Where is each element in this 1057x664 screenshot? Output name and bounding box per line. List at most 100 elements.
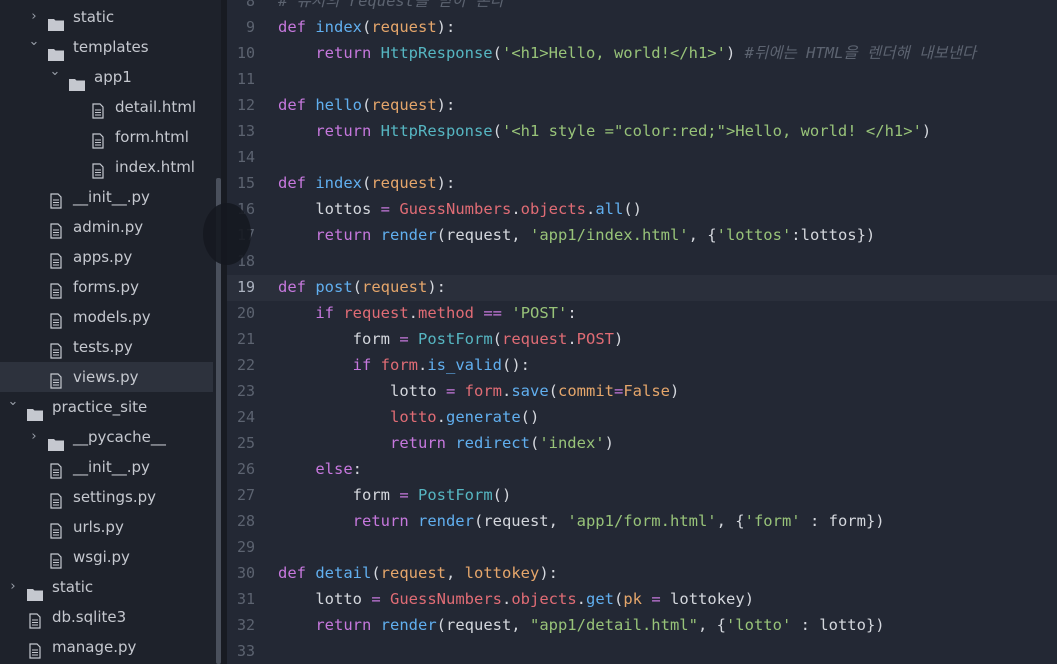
tree-folder[interactable]: ⌄ templates [0,32,213,62]
tree-file[interactable]: wsgi.py [0,542,213,572]
code-token: : [567,304,577,322]
tree-item-label: admin.py [73,218,144,236]
code-line[interactable]: 9 def index(request): [227,14,1057,40]
tree-folder[interactable]: › __pycache__ [0,422,213,452]
code-token: ( [492,44,502,62]
tree-item-label: __pycache__ [73,428,166,446]
code-line[interactable]: 17 return render(request, 'app1/index.ht… [227,222,1057,248]
tree-file[interactable]: settings.py [0,482,213,512]
code-token: lotto [389,408,437,426]
code-line[interactable]: 26 else: [227,456,1057,482]
code-token: ): [427,278,446,296]
line-number: 24 [236,408,255,426]
code-token: lottokey [464,564,540,582]
code-token: get [586,590,614,608]
code-token: redirect [455,434,530,452]
tree-file[interactable]: form.html [0,122,213,152]
code-line[interactable]: 31 lotto = GuessNumbers.objects.get(pk =… [227,586,1057,612]
line-number: 10 [236,44,255,62]
tree-folder[interactable]: ⌄ practice_site [0,392,213,422]
code-token: ) [614,330,624,348]
code-line[interactable]: 12 def hello(request): [227,92,1057,118]
code-token: def [278,564,316,582]
tree-file[interactable]: db.sqlite3 [0,602,213,632]
tree-file[interactable]: models.py [0,302,213,332]
tree-file[interactable]: index.html [0,152,213,182]
tree-folder[interactable]: › static [0,572,213,602]
file-icon [48,549,64,569]
code-token: objects [511,590,577,608]
line-number: 33 [236,642,255,660]
code-token: detail [315,564,372,582]
line-number: 30 [236,564,255,582]
chevron-right-icon[interactable]: › [7,572,19,602]
code-line[interactable]: 27 form = PostForm() [227,482,1057,508]
code-token: ( [371,564,381,582]
chevron-down-icon[interactable]: ⌄ [7,387,19,417]
code-line[interactable]: 32 return render(request, "app1/detail.h… [227,612,1057,638]
tree-file[interactable]: forms.py [0,272,213,302]
tree-item-label: settings.py [73,488,156,506]
code-line[interactable]: 33 [227,638,1057,664]
chevron-right-icon[interactable]: › [28,422,40,452]
code-token: : lotto}) [791,616,885,634]
tree-folder[interactable]: ⌄ app1 [0,62,213,92]
tree-item-label: app1 [94,68,132,86]
tree-file[interactable]: tests.py [0,332,213,362]
tree-file[interactable]: __init__.py [0,182,213,212]
code-line[interactable]: 24 lotto.generate() [227,404,1057,430]
code-line[interactable]: 20 if request.method == 'POST': [227,300,1057,326]
code-token: lottos [278,200,381,218]
tree-file[interactable]: urls.py [0,512,213,542]
code-line[interactable]: 30 def detail(request, lottokey): [227,560,1057,586]
code-line[interactable]: 11 [227,66,1057,92]
code-token: ): [436,18,456,36]
code-line[interactable]: 13 return HttpResponse('<h1 style ="colo… [227,118,1057,144]
tree-file[interactable]: __init__.py [0,452,213,482]
collapse-sidebar-handle[interactable] [203,203,251,265]
code-line[interactable]: 21 form = PostForm(request.POST) [227,326,1057,352]
tree-file[interactable]: views.py [0,362,213,392]
tree-file[interactable]: admin.py [0,212,213,242]
code-line[interactable]: 23 lotto = form.save(commit=False) [227,378,1057,404]
code-token: = [371,590,390,608]
code-token: hello [315,96,362,114]
code-line[interactable]: 22 if form.is_valid(): [227,352,1057,378]
code-text: if request.method == 'POST': [278,300,577,326]
code-line[interactable]: 28 return render(request, 'app1/form.htm… [227,508,1057,534]
code-token: request [380,564,446,582]
code-line[interactable]: 14 [227,144,1057,170]
code-token: :lottos}) [791,226,876,244]
tree-file[interactable]: manage.py [0,632,213,662]
code-line[interactable]: 29 [227,534,1057,560]
code-line[interactable]: 25 return redirect('index') [227,430,1057,456]
code-line[interactable]: 18 [227,248,1057,274]
code-text: return HttpResponse('<h1>Hello, world!</… [278,40,976,66]
code-token: return [352,512,418,530]
code-token: method [418,304,474,322]
code-token: lotto [278,590,372,608]
code-token: 'form' [744,512,801,530]
tree-item-label: forms.py [73,278,139,296]
code-line[interactable]: 8 # 유저의 request를 받아 온다 [227,0,1057,14]
chevron-down-icon[interactable]: ⌄ [49,57,61,87]
tree-file[interactable]: apps.py [0,242,213,272]
code-line[interactable]: 15 def index(request): [227,170,1057,196]
tree-file[interactable]: detail.html [0,92,213,122]
code-text: def hello(request): [278,92,455,118]
code-editor[interactable]: 8 # 유저의 request를 받아 온다 9 def index(request)… [227,0,1057,664]
code-line[interactable]: 19 def post(request): [227,274,1057,300]
code-token: objects [520,200,586,218]
code-token: , [446,564,465,582]
code-line[interactable]: 16 lottos = GuessNumbers.objects.all() [227,196,1057,222]
code-text: def post(request): [278,274,446,300]
code-token: 'app1/index.html' [529,226,689,244]
code-token: all [595,200,624,218]
chevron-down-icon[interactable]: ⌄ [28,27,40,57]
code-token: else [315,460,353,478]
tree-item-label: detail.html [115,98,197,116]
code-line[interactable]: 10 return HttpResponse('<h1>Hello, world… [227,40,1057,66]
code-token: 'index' [539,434,605,452]
file-icon [90,159,106,179]
